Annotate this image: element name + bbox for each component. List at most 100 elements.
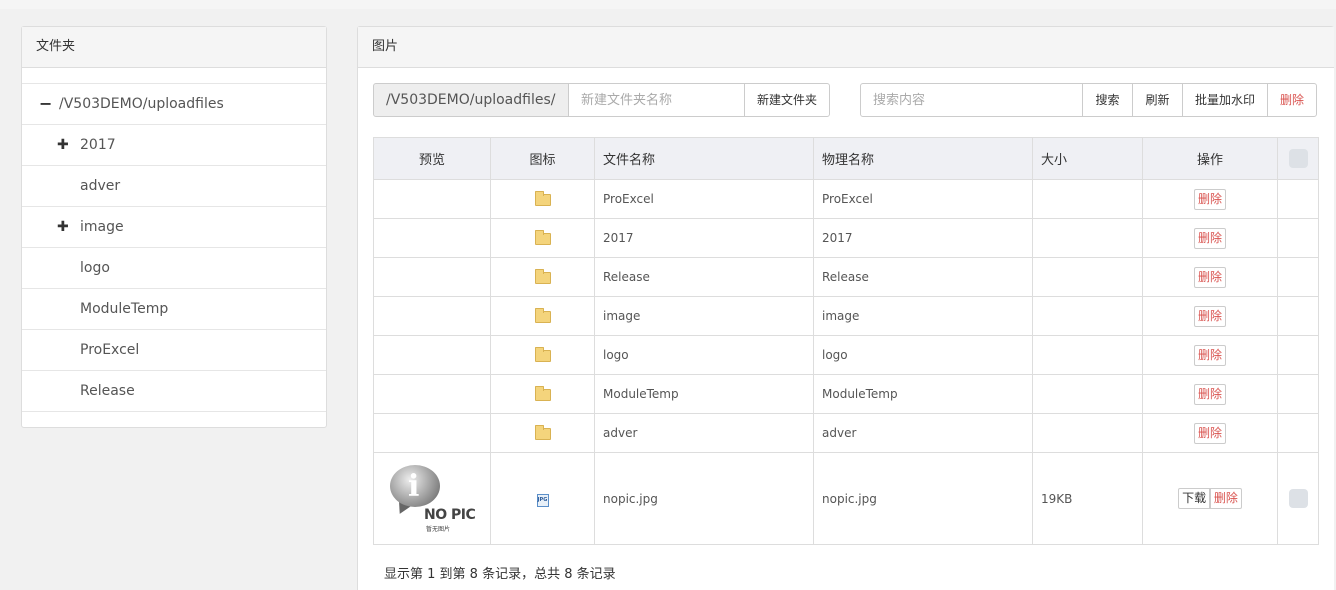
folder-panel-title: 文件夹 [22,27,326,68]
tree-item-2017[interactable]: ✚ 2017 [22,125,326,166]
tree-item-label[interactable]: Release [80,371,135,411]
select-cell [1277,335,1319,375]
tree-item-adver[interactable]: adver [22,166,326,207]
row-checkbox[interactable] [1288,489,1308,508]
tree-item-release[interactable]: Release [22,371,326,412]
folder-icon [534,190,551,206]
physical-name-cell: image [813,296,1033,336]
actions-cell: 删除 [1142,179,1278,219]
physical-name-cell: ModuleTemp [813,374,1033,414]
download-button[interactable]: 下载 [1178,488,1211,509]
tree-item-image[interactable]: ✚ image [22,207,326,248]
physical-name-cell: adver [813,413,1033,453]
no-pic-preview[interactable]: i NO PIC 暂无图片 [386,463,478,535]
batch-watermark-button[interactable]: 批量加水印 [1182,83,1268,117]
preview-cell [373,413,491,453]
row-delete-button[interactable]: 删除 [1193,383,1226,405]
icon-cell [490,257,595,297]
table-row: ProExcel ProExcel 删除 [373,179,1319,219]
tree-item-proexcel[interactable]: ProExcel [22,330,326,371]
folder-icon [534,385,551,401]
no-pic-subtext: 暂无图片 [426,525,451,533]
select-cell [1277,218,1319,258]
tree-item-label[interactable]: /V503DEMO/uploadfiles [59,84,224,124]
size-cell [1032,374,1143,414]
physical-name-cell: nopic.jpg [813,452,1033,545]
actions-cell: 删除 [1142,413,1278,453]
preview-cell [373,257,491,297]
search-input[interactable] [860,83,1083,117]
folder-tree: − /V503DEMO/uploadfiles ✚ 2017 adver ✚ i… [22,83,326,412]
collapse-icon[interactable]: − [39,84,52,124]
preview-cell [373,374,491,414]
select-cell [1277,296,1319,336]
select-all-checkbox[interactable] [1288,149,1308,168]
table-header-row: 预览 图标 文件名称 物理名称 大小 操作 [373,137,1319,180]
no-pic-text: NO PIC [424,506,476,523]
folder-icon [534,307,551,323]
select-cell [1277,374,1319,414]
folder-icon [534,346,551,362]
icon-cell [490,413,595,453]
preview-cell [373,218,491,258]
row-delete-button[interactable]: 删除 [1193,344,1226,366]
table-row: i NO PIC 暂无图片 JPG nopic.jpg nopic.jpg 19… [373,452,1319,545]
pagination-info: 显示第 1 到第 8 条记录，总共 8 条记录 [384,567,616,582]
tree-item-label[interactable]: ProExcel [80,330,139,370]
tree-item-logo[interactable]: logo [22,248,326,289]
expand-icon[interactable]: ✚ [57,125,69,165]
row-delete-button[interactable]: 删除 [1193,188,1226,210]
image-panel-title: 图片 [358,27,1334,68]
expand-icon[interactable]: ✚ [57,207,69,247]
size-cell [1032,257,1143,297]
actions-cell: 删除 [1142,257,1278,297]
select-cell [1277,452,1319,545]
header-actions: 操作 [1142,137,1278,180]
new-folder-input[interactable] [568,83,745,117]
file-name-cell: 2017 [594,218,814,258]
refresh-button[interactable]: 刷新 [1132,83,1183,117]
file-name-cell: nopic.jpg [594,452,814,545]
tree-item-root[interactable]: − /V503DEMO/uploadfiles [22,84,326,125]
table-row: Release Release 删除 [373,257,1319,297]
preview-cell [373,179,491,219]
preview-cell: i NO PIC 暂无图片 [373,452,491,545]
new-folder-button[interactable]: 新建文件夹 [744,83,830,117]
preview-cell [373,335,491,375]
size-cell [1032,296,1143,336]
icon-cell [490,335,595,375]
icon-cell: JPG [490,452,595,545]
top-strip [0,0,1336,9]
tree-item-label[interactable]: ModuleTemp [80,289,168,329]
row-delete-button[interactable]: 删除 [1193,305,1226,327]
row-delete-button[interactable]: 删除 [1193,227,1226,249]
row-delete-button[interactable]: 删除 [1209,488,1242,509]
folder-icon [534,268,551,284]
folder-icon [534,229,551,245]
header-icon: 图标 [490,137,595,180]
search-button[interactable]: 搜索 [1082,83,1133,117]
file-table: 预览 图标 文件名称 物理名称 大小 操作 ProExcel ProExcel … [373,137,1319,545]
tree-item-moduletemp[interactable]: ModuleTemp [22,289,326,330]
size-cell [1032,413,1143,453]
folder-icon [534,424,551,440]
header-preview: 预览 [373,137,491,180]
row-delete-button[interactable]: 删除 [1193,422,1226,444]
file-name-cell: ProExcel [594,179,814,219]
actions-cell: 删除 [1142,296,1278,336]
table-row: ModuleTemp ModuleTemp 删除 [373,374,1319,414]
file-name-cell: adver [594,413,814,453]
physical-name-cell: 2017 [813,218,1033,258]
delete-button[interactable]: 删除 [1267,83,1317,117]
tree-item-label[interactable]: adver [80,166,120,206]
actions-cell: 删除 [1142,218,1278,258]
header-physical-name: 物理名称 [813,137,1033,180]
size-cell [1032,335,1143,375]
table-row: image image 删除 [373,296,1319,336]
icon-cell [490,218,595,258]
row-delete-button[interactable]: 删除 [1193,266,1226,288]
actions-cell: 删除 [1142,374,1278,414]
tree-item-label[interactable]: logo [80,248,110,288]
tree-item-label[interactable]: image [80,207,124,247]
tree-item-label[interactable]: 2017 [80,125,116,165]
